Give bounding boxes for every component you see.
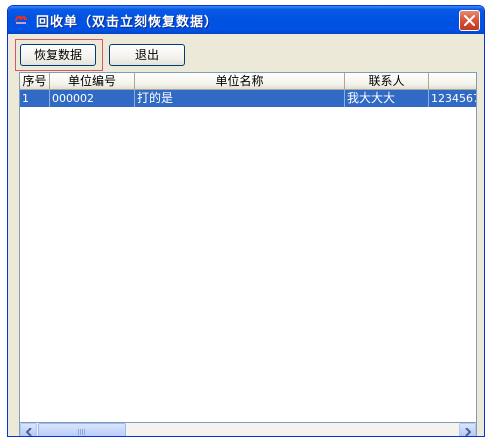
recycle-window: 回收单（双击立刻恢复数据） 恢复数据 退出 序号 单位编号 单位名称 联系人 1…	[7, 5, 485, 437]
recycle-list[interactable]: 序号 单位编号 单位名称 联系人 1 000002 打的是 我大大大 12345…	[19, 72, 477, 423]
column-header-index[interactable]: 序号	[20, 73, 50, 90]
scroll-right-button[interactable]	[459, 423, 476, 436]
table-row[interactable]: 1 000002 打的是 我大大大 1234567	[20, 90, 477, 107]
app-logo-icon	[13, 12, 29, 28]
list-header: 序号 单位编号 单位名称 联系人	[20, 73, 476, 90]
arrow-right-icon	[465, 428, 471, 436]
close-button[interactable]	[459, 10, 480, 31]
scroll-grip	[78, 429, 86, 435]
close-icon	[464, 15, 475, 26]
exit-button[interactable]: 退出	[109, 44, 185, 66]
cell-contact: 我大大大	[345, 90, 429, 107]
scroll-thumb[interactable]	[38, 423, 126, 436]
window-client-area: 恢复数据 退出 序号 单位编号 单位名称 联系人 1 000002 打的是 我大…	[11, 34, 481, 436]
scroll-left-button[interactable]	[20, 423, 37, 436]
window-title: 回收单（双击立刻恢复数据）	[36, 15, 219, 30]
cell-unit-name: 打的是	[135, 90, 345, 107]
cell-index: 1	[20, 90, 50, 107]
arrow-left-icon	[26, 428, 32, 436]
column-header-unit-code[interactable]: 单位编号	[50, 73, 135, 90]
column-header-contact[interactable]: 联系人	[345, 73, 429, 90]
horizontal-scrollbar[interactable]	[19, 423, 477, 436]
title-bar[interactable]: 回收单（双击立刻恢复数据）	[8, 6, 484, 34]
cell-phone: 1234567	[431, 92, 477, 105]
column-header-phone[interactable]	[429, 73, 476, 90]
cell-unit-code: 000002	[50, 90, 135, 107]
column-header-unit-name[interactable]: 单位名称	[135, 73, 345, 90]
restore-data-button[interactable]: 恢复数据	[20, 44, 96, 66]
